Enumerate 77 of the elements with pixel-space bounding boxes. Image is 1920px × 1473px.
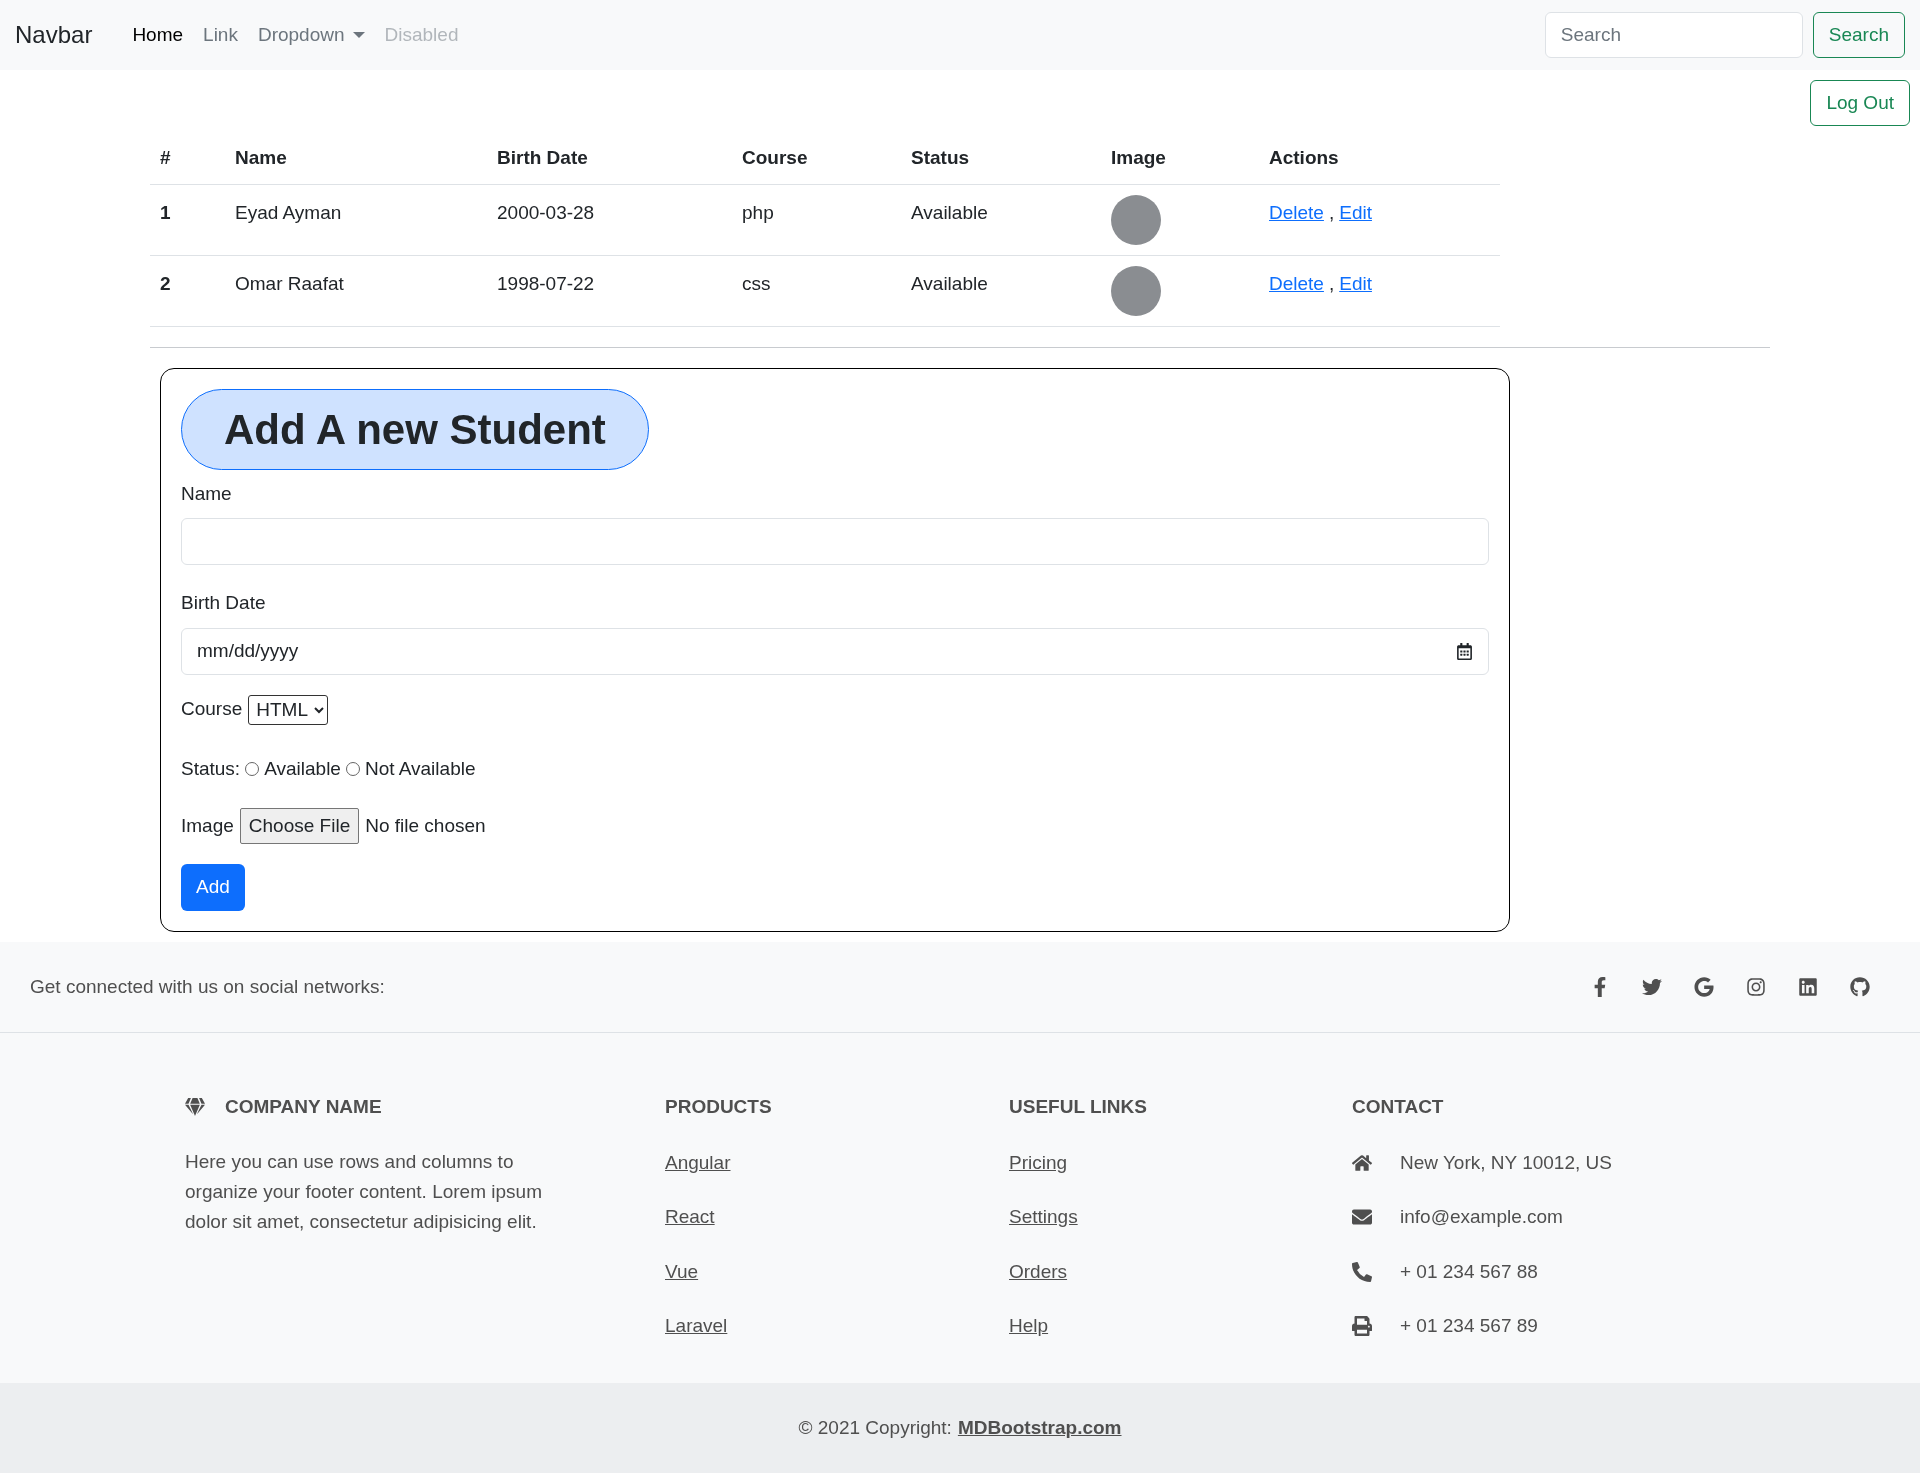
calendar-icon[interactable]: [1456, 642, 1473, 660]
table-cell: Omar Raafat: [225, 255, 487, 326]
field-label: Image: [181, 813, 234, 838]
field-label: Course: [181, 697, 243, 722]
footer-link[interactable]: Laravel: [665, 1312, 728, 1341]
form-heading: Add A new Student: [181, 388, 649, 470]
field-label: Birth Date: [181, 591, 267, 615]
footer-link[interactable]: Help: [1009, 1312, 1049, 1341]
contact-text: + 01 234 567 89: [1400, 1314, 1538, 1338]
table-cell: Available: [901, 255, 1101, 326]
action-link[interactable]: Delete: [1269, 272, 1324, 294]
column-header: Image: [1101, 132, 1259, 184]
table-cell: Available: [901, 184, 1101, 255]
table-cell: 2000-03-28: [487, 184, 732, 255]
footer-heading: CONTACT: [1352, 1095, 1445, 1119]
footer-link[interactable]: Vue: [665, 1257, 699, 1286]
footer-heading: COMPANY NAME: [225, 1095, 382, 1119]
avatar-photo-placeholder: [1111, 265, 1161, 316]
table-cell: php: [732, 184, 901, 255]
footer-heading: PRODUCTS: [665, 1095, 773, 1119]
column-header: #: [150, 132, 225, 184]
phone-icon: [1352, 1261, 1372, 1282]
google-icon[interactable]: [1694, 977, 1714, 997]
navbar-brand[interactable]: Navbar: [15, 17, 93, 53]
action-link[interactable]: Edit: [1339, 201, 1372, 223]
footer-heading: USEFUL LINKS: [1009, 1095, 1148, 1119]
logout-button[interactable]: Log Out: [1810, 80, 1910, 126]
separator-text: ,: [1328, 201, 1335, 223]
github-icon[interactable]: [1850, 977, 1870, 997]
search-button[interactable]: Search: [1812, 12, 1905, 58]
date-input-field[interactable]: mm/dd/yyyy: [181, 627, 1489, 675]
footer-description: Here you can use rows and columns to organize your footer content. Lorem ipsum dolor sit amet, consectetur adipisicing elit.: [185, 1149, 543, 1234]
social-text: Get connected with us on social networks:: [30, 974, 385, 999]
add-button[interactable]: Add: [181, 864, 245, 911]
radio-label: Available: [264, 756, 341, 781]
printer-icon: [1352, 1316, 1372, 1337]
action-link[interactable]: Edit: [1339, 272, 1372, 294]
name-input-field[interactable]: [181, 518, 1489, 565]
column-header: Status: [901, 132, 1101, 184]
instagram-icon[interactable]: [1746, 977, 1766, 997]
contact-text: + 01 234 567 88: [1400, 1259, 1538, 1284]
footer-link[interactable]: Orders: [1009, 1257, 1068, 1286]
linkedin-icon[interactable]: [1798, 977, 1818, 997]
nav-link[interactable]: Home: [122, 20, 194, 50]
twitter-icon[interactable]: [1642, 977, 1662, 997]
separator-text: ,: [1328, 272, 1335, 294]
column-header: Actions: [1259, 132, 1500, 184]
footer-link[interactable]: Angular: [665, 1148, 731, 1177]
table-cell: Eyad Ayman: [225, 184, 487, 255]
envelope-icon: [1352, 1207, 1372, 1228]
file-status-text: No file chosen: [365, 813, 486, 838]
footer-link[interactable]: Settings: [1009, 1203, 1078, 1232]
choose-file-button[interactable]: Choose File: [239, 808, 360, 844]
field-label: Name: [181, 481, 233, 506]
course-select[interactable]: HTML: [248, 694, 329, 725]
avatar-photo-placeholder: [1111, 194, 1161, 245]
nav-link[interactable]: Link: [193, 20, 248, 50]
table-cell: 1998-07-22: [487, 255, 732, 326]
radio-label: Not Available: [364, 756, 476, 781]
footer-link[interactable]: Pricing: [1009, 1148, 1068, 1177]
nav-link[interactable]: Dropdown: [247, 20, 375, 50]
search-field[interactable]: Search: [1544, 12, 1803, 58]
table-cell: 2: [150, 255, 225, 326]
home-icon: [1352, 1152, 1372, 1173]
field-label: Status:: [181, 756, 241, 781]
contact-text: info@example.com: [1400, 1205, 1563, 1229]
column-header: Name: [225, 132, 487, 184]
action-link[interactable]: Delete: [1269, 201, 1324, 223]
table-cell: css: [732, 255, 901, 326]
column-header: Birth Date: [487, 132, 732, 184]
table-cell: 1: [150, 184, 225, 255]
column-header: Course: [732, 132, 901, 184]
contact-text: New York, NY 10012, US: [1400, 1150, 1612, 1175]
copyright-link[interactable]: MDBootstrap.com: [957, 1413, 1122, 1443]
gem-icon: [185, 1097, 205, 1118]
copyright-text: © 2021 Copyright:: [798, 1415, 952, 1440]
footer-link[interactable]: React: [665, 1203, 715, 1232]
